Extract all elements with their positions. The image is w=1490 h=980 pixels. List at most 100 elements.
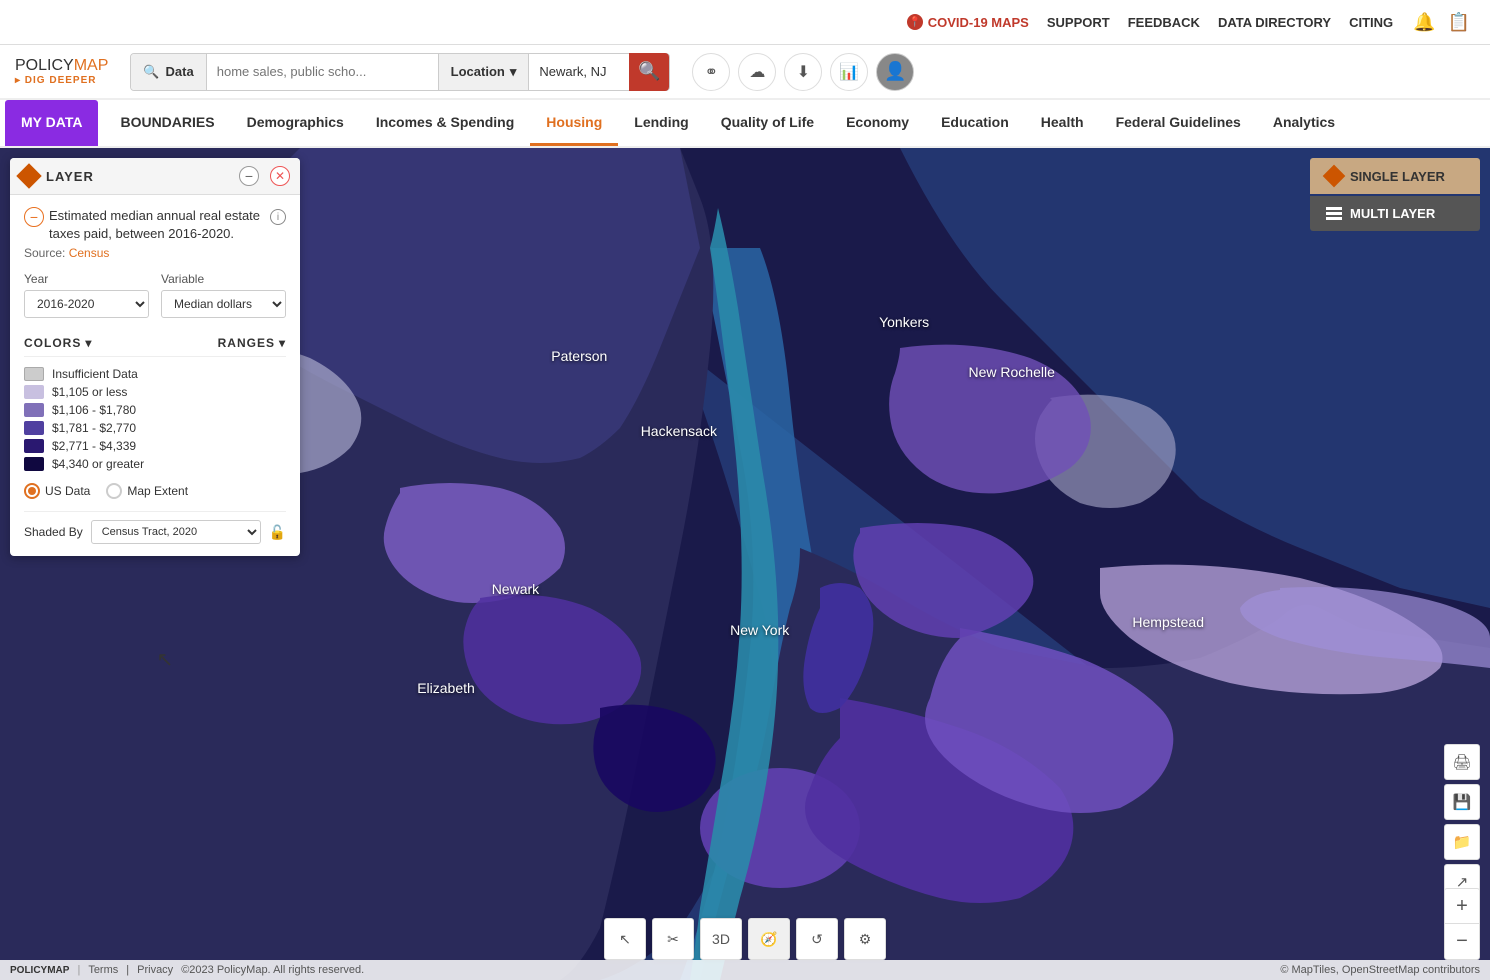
nav-education[interactable]: Education [925, 100, 1025, 146]
folder-button[interactable]: 📁 [1444, 824, 1480, 860]
network-button[interactable]: ⚭ [692, 53, 730, 91]
radio-us-data-circle [24, 483, 40, 499]
legend-label-2: $1,106 - $1,780 [52, 403, 136, 417]
layer-description-text: Estimated median annual real estate taxe… [49, 207, 265, 243]
logo-text: POLICYMAP [15, 57, 108, 75]
variable-select[interactable]: Median dollars [161, 290, 286, 318]
citing-link[interactable]: CITING [1349, 15, 1393, 30]
info-icon[interactable]: i [270, 209, 286, 225]
3d-button[interactable]: 3D [700, 918, 742, 960]
colors-ranges-header: COLORS RANGES [24, 330, 286, 357]
reset-button[interactable]: ↺ [796, 918, 838, 960]
footer-logo: POLICYMAP [10, 965, 69, 976]
search-box: 🔍 Data Location ▾ Newark, NJ 🔍 [130, 53, 670, 91]
top-bar: 📍 COVID-19 MAPS SUPPORT FEEDBACK DATA DI… [0, 0, 1490, 45]
search-button[interactable]: 🔍 [629, 53, 669, 91]
layer-remove-button[interactable]: − [24, 207, 44, 227]
location-value[interactable]: Newark, NJ [529, 54, 629, 90]
lock-icon[interactable]: 🔓 [269, 524, 286, 541]
logo[interactable]: POLICYMAP ▸ DIG DEEPER [15, 57, 108, 86]
layer-close-button[interactable]: ✕ [270, 166, 290, 186]
year-label: Year [24, 272, 149, 286]
zoom-in-button[interactable]: + [1444, 888, 1480, 924]
notifications-button[interactable]: 🔔 [1413, 12, 1435, 33]
legend-item-0: Insufficient Data [24, 367, 286, 381]
legend-items: Insufficient Data $1,105 or less $1,106 … [24, 367, 286, 471]
nav-quality-of-life[interactable]: Quality of Life [705, 100, 830, 146]
nav-federal-guidelines[interactable]: Federal Guidelines [1100, 100, 1257, 146]
legend-item-4: $2,771 - $4,339 [24, 439, 286, 453]
settings-button[interactable]: ⚙ [844, 918, 886, 960]
nav-economy[interactable]: Economy [830, 100, 925, 146]
compass-button[interactable]: 🧭 [748, 918, 790, 960]
nav-lending[interactable]: Lending [618, 100, 704, 146]
zoom-controls: + − [1444, 888, 1480, 960]
radio-map-extent-label: Map Extent [127, 484, 188, 498]
location-tab[interactable]: Location ▾ [438, 54, 530, 90]
layer-title: LAYER [46, 169, 231, 184]
single-layer-icon [1323, 165, 1346, 188]
nav-housing[interactable]: Housing [530, 100, 618, 146]
map-controls-bottom: ↖ ✂ 3D 🧭 ↺ ⚙ [604, 918, 886, 960]
layer-minimize-button[interactable]: − [239, 166, 259, 186]
single-layer-button[interactable]: SINGLE LAYER [1310, 158, 1480, 194]
nav-health[interactable]: Health [1025, 100, 1100, 146]
user-avatar[interactable]: 👤 [876, 53, 914, 91]
legend-label-insufficient: Insufficient Data [52, 367, 138, 381]
footer-terms[interactable]: Terms [88, 964, 118, 976]
header: POLICYMAP ▸ DIG DEEPER 🔍 Data Location ▾… [0, 45, 1490, 100]
search-icon: 🔍 [143, 64, 159, 80]
nav-boundaries[interactable]: BOUNDARIES [104, 100, 230, 146]
search-input[interactable] [207, 64, 438, 79]
year-control: Year 2016-2020 [24, 272, 149, 318]
map-controls-right: 🖨 💾 📁 ↗ [1444, 744, 1480, 900]
radio-us-data[interactable]: US Data [24, 483, 90, 499]
download-button[interactable]: ⬇ [784, 53, 822, 91]
footer-privacy[interactable]: Privacy [137, 964, 173, 976]
main-content: Paterson Hackensack Yonkers New Rochelle… [0, 148, 1490, 980]
nav-analytics[interactable]: Analytics [1257, 100, 1351, 146]
legend-label-3: $1,781 - $2,770 [52, 421, 136, 435]
save-button[interactable]: 💾 [1444, 784, 1480, 820]
ranges-chevron-icon [279, 336, 286, 350]
footer: POLICYMAP | Terms | Privacy ©2023 Policy… [0, 960, 1490, 980]
legend-swatch-1 [24, 385, 44, 399]
zoom-out-button[interactable]: − [1444, 924, 1480, 960]
nav-incomes[interactable]: Incomes & Spending [360, 100, 530, 146]
bookmark-button[interactable]: 📋 [1448, 12, 1470, 33]
search-submit-icon: 🔍 [638, 61, 660, 82]
covid-maps-link[interactable]: 📍 COVID-19 MAPS [907, 14, 1029, 30]
legend-item-1: $1,105 or less [24, 385, 286, 399]
data-directory-link[interactable]: DATA DIRECTORY [1218, 15, 1331, 30]
layer-panel: LAYER − ✕ − Estimated median annual real… [10, 158, 300, 556]
search-data-tab[interactable]: 🔍 Data [131, 54, 206, 90]
covid-label: COVID-19 MAPS [928, 15, 1029, 30]
ranges-label[interactable]: RANGES [155, 330, 286, 356]
select-button[interactable]: ↖ [604, 918, 646, 960]
nav-my-data[interactable]: MY DATA [5, 100, 98, 146]
year-select[interactable]: 2016-2020 [24, 290, 149, 318]
support-link[interactable]: SUPPORT [1047, 15, 1110, 30]
multi-layer-button[interactable]: MULTI LAYER [1310, 196, 1480, 231]
variable-label: Variable [161, 272, 286, 286]
layer-header: LAYER − ✕ [10, 158, 300, 195]
feedback-link[interactable]: FEEDBACK [1128, 15, 1200, 30]
legend-swatch-4 [24, 439, 44, 453]
top-bar-icons: 🔔 📋 [1413, 12, 1470, 33]
scissors-button[interactable]: ✂ [652, 918, 694, 960]
layer-description: − Estimated median annual real estate ta… [24, 207, 286, 243]
legend-item-2: $1,106 - $1,780 [24, 403, 286, 417]
source-link[interactable]: Census [69, 246, 110, 260]
shaded-by-select[interactable]: Census Tract, 2020 [91, 520, 261, 544]
colors-label[interactable]: COLORS [24, 330, 155, 356]
nav-demographics[interactable]: Demographics [231, 100, 360, 146]
layer-controls: Year 2016-2020 Variable Median dollars [24, 272, 286, 318]
print-button[interactable]: 🖨 [1444, 744, 1480, 780]
upload-button[interactable]: ☁ [738, 53, 776, 91]
radio-map-extent[interactable]: Map Extent [106, 483, 188, 499]
layer-body: − Estimated median annual real estate ta… [10, 195, 300, 556]
footer-maptiles: © MapTiles, OpenStreetMap contributors [1280, 964, 1480, 976]
variable-control: Variable Median dollars [161, 272, 286, 318]
chart-button[interactable]: 📊 [830, 53, 868, 91]
layer-diamond-icon [16, 163, 41, 188]
